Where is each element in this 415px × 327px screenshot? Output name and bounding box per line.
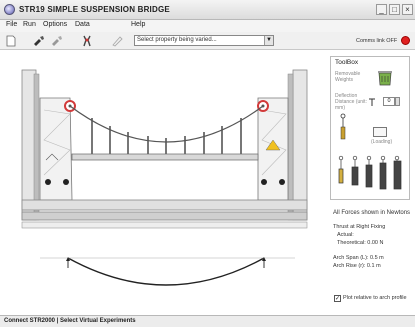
close-button[interactable]: × bbox=[402, 4, 413, 15]
chevron-down-icon[interactable]: ▼ bbox=[264, 36, 273, 45]
thrust-actual: Actual: bbox=[337, 232, 354, 238]
app-icon bbox=[4, 4, 15, 15]
new-file-icon[interactable] bbox=[4, 34, 18, 48]
title-bar: STR19 SIMPLE SUSPENSION BRIDGE _ □ × bbox=[0, 0, 415, 20]
arch-rise: Arch Rise (r): 0.1 m bbox=[333, 263, 381, 269]
minimize-button[interactable]: _ bbox=[376, 4, 387, 15]
disconnect-icon[interactable] bbox=[50, 34, 64, 48]
toolbox-panel: ToolBox Removable Weights Deflection Dis… bbox=[330, 56, 410, 200]
trash-icon[interactable] bbox=[376, 67, 394, 87]
edit-icon[interactable] bbox=[110, 34, 124, 48]
thrust-title: Thrust at Right Fixing bbox=[333, 224, 386, 230]
menu-help[interactable]: Help bbox=[131, 21, 145, 28]
hangers bbox=[91, 118, 242, 154]
deflection-label: Deflection Distance (unit: mm) bbox=[335, 93, 367, 111]
menu-data[interactable]: Data bbox=[75, 21, 90, 28]
comms-status-light bbox=[401, 36, 410, 45]
dial-gauge-icon[interactable] bbox=[368, 97, 376, 107]
weights-row[interactable] bbox=[335, 155, 407, 191]
deflection-spinner[interactable]: 0 bbox=[383, 97, 395, 106]
right-fixing-knob bbox=[261, 179, 267, 185]
removable-weights-label: Removable Weights bbox=[335, 71, 361, 83]
base-rail-top bbox=[21, 199, 308, 211]
arch-profile-curve bbox=[67, 257, 265, 286]
connect-icon[interactable] bbox=[32, 34, 46, 48]
toolbox-title: ToolBox bbox=[335, 59, 359, 66]
property-select-value: Select property being varied... bbox=[137, 37, 217, 43]
spinner-arrows[interactable] bbox=[395, 97, 400, 106]
thrust-theoretical: Theoretical: 0.00 N bbox=[337, 240, 384, 246]
base-rail-bottom bbox=[21, 211, 308, 221]
load-label: (Loading) bbox=[371, 139, 393, 145]
menu-options[interactable]: Options bbox=[43, 21, 67, 28]
load-selector[interactable] bbox=[373, 127, 387, 137]
plot-relative-checkbox[interactable]: ✓ bbox=[334, 295, 341, 302]
tools-icon[interactable] bbox=[80, 34, 94, 48]
maximize-button[interactable]: □ bbox=[389, 4, 400, 15]
window-title: STR19 SIMPLE SUSPENSION BRIDGE bbox=[19, 5, 170, 14]
bridge-deck bbox=[71, 153, 259, 161]
suspension-cable bbox=[69, 105, 264, 143]
left-fixing-knob bbox=[45, 179, 51, 185]
menu-run[interactable]: Run bbox=[23, 21, 36, 28]
menu-file[interactable]: File bbox=[6, 21, 17, 28]
forces-units-note: All Forces shown in Newtons bbox=[333, 210, 411, 216]
arch-span: Arch Span (L): 0.5 m bbox=[333, 255, 384, 261]
status-bar: Connect STR2000 | Select Virtual Experim… bbox=[0, 315, 415, 327]
status-text: Connect STR2000 | Select Virtual Experim… bbox=[4, 318, 136, 324]
plot-relative-label: Plot relative to arch profile bbox=[343, 295, 407, 301]
weight-hanger-icon[interactable] bbox=[338, 113, 348, 141]
property-select[interactable]: Select property being varied... ▼ bbox=[134, 35, 274, 46]
right-post bbox=[292, 69, 308, 221]
menu-bar: File Run Options Data Help bbox=[0, 20, 415, 32]
comms-link-label: Comms link OFF bbox=[356, 38, 398, 44]
